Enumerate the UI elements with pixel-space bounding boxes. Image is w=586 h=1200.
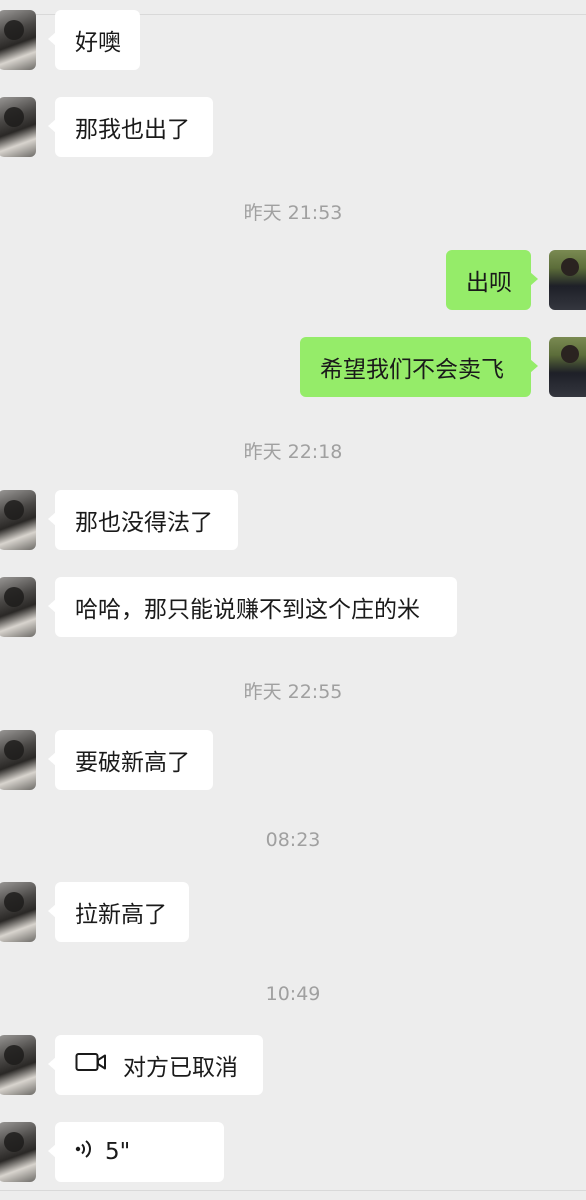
video-camera-icon xyxy=(75,1052,107,1078)
message-bubble[interactable]: 哈哈，那只能说赚不到这个庄的米 xyxy=(48,577,457,637)
bottom-divider xyxy=(0,1190,586,1191)
contact-avatar[interactable] xyxy=(0,10,36,70)
message-text: 希望我们不会卖飞 xyxy=(320,357,504,383)
contact-avatar[interactable] xyxy=(0,1035,36,1095)
voice-duration: 5" xyxy=(105,1139,131,1165)
message-bubble[interactable]: 那我也出了 xyxy=(48,97,213,157)
message-text: 要破新高了 xyxy=(75,750,190,776)
timestamp: 10:49 xyxy=(265,983,321,1005)
timestamp: 08:23 xyxy=(265,829,321,851)
message-bubble[interactable]: 拉新高了 xyxy=(48,882,189,942)
contact-avatar[interactable] xyxy=(0,1122,36,1182)
contact-avatar[interactable] xyxy=(0,97,36,157)
message-bubble[interactable]: 希望我们不会卖飞 xyxy=(300,337,538,397)
contact-avatar[interactable] xyxy=(0,490,36,550)
timestamp: 昨天 21:53 xyxy=(243,202,343,224)
video-call-record[interactable]: 对方已取消 xyxy=(48,1035,263,1095)
message-text: 好噢 xyxy=(75,30,121,56)
my-avatar[interactable] xyxy=(549,250,586,310)
voice-wave-icon xyxy=(75,1138,91,1166)
call-status-text: 对方已取消 xyxy=(123,1055,238,1081)
contact-avatar[interactable] xyxy=(0,730,36,790)
message-bubble[interactable]: 出呗 xyxy=(446,250,538,310)
contact-avatar[interactable] xyxy=(0,577,36,637)
message-text: 拉新高了 xyxy=(75,902,167,928)
my-avatar[interactable] xyxy=(549,337,586,397)
message-text: 哈哈，那只能说赚不到这个庄的米 xyxy=(75,597,420,623)
timestamp: 昨天 22:55 xyxy=(243,681,343,703)
message-bubble[interactable]: 好噢 xyxy=(48,10,140,70)
message-text: 出呗 xyxy=(466,270,512,296)
message-text: 那也没得法了 xyxy=(75,510,213,536)
timestamp: 昨天 22:18 xyxy=(243,441,343,463)
message-bubble[interactable]: 那也没得法了 xyxy=(48,490,238,550)
message-bubble[interactable]: 要破新高了 xyxy=(48,730,213,790)
voice-message[interactable]: 5" xyxy=(48,1122,224,1182)
contact-avatar[interactable] xyxy=(0,882,36,942)
message-text: 那我也出了 xyxy=(75,117,190,143)
